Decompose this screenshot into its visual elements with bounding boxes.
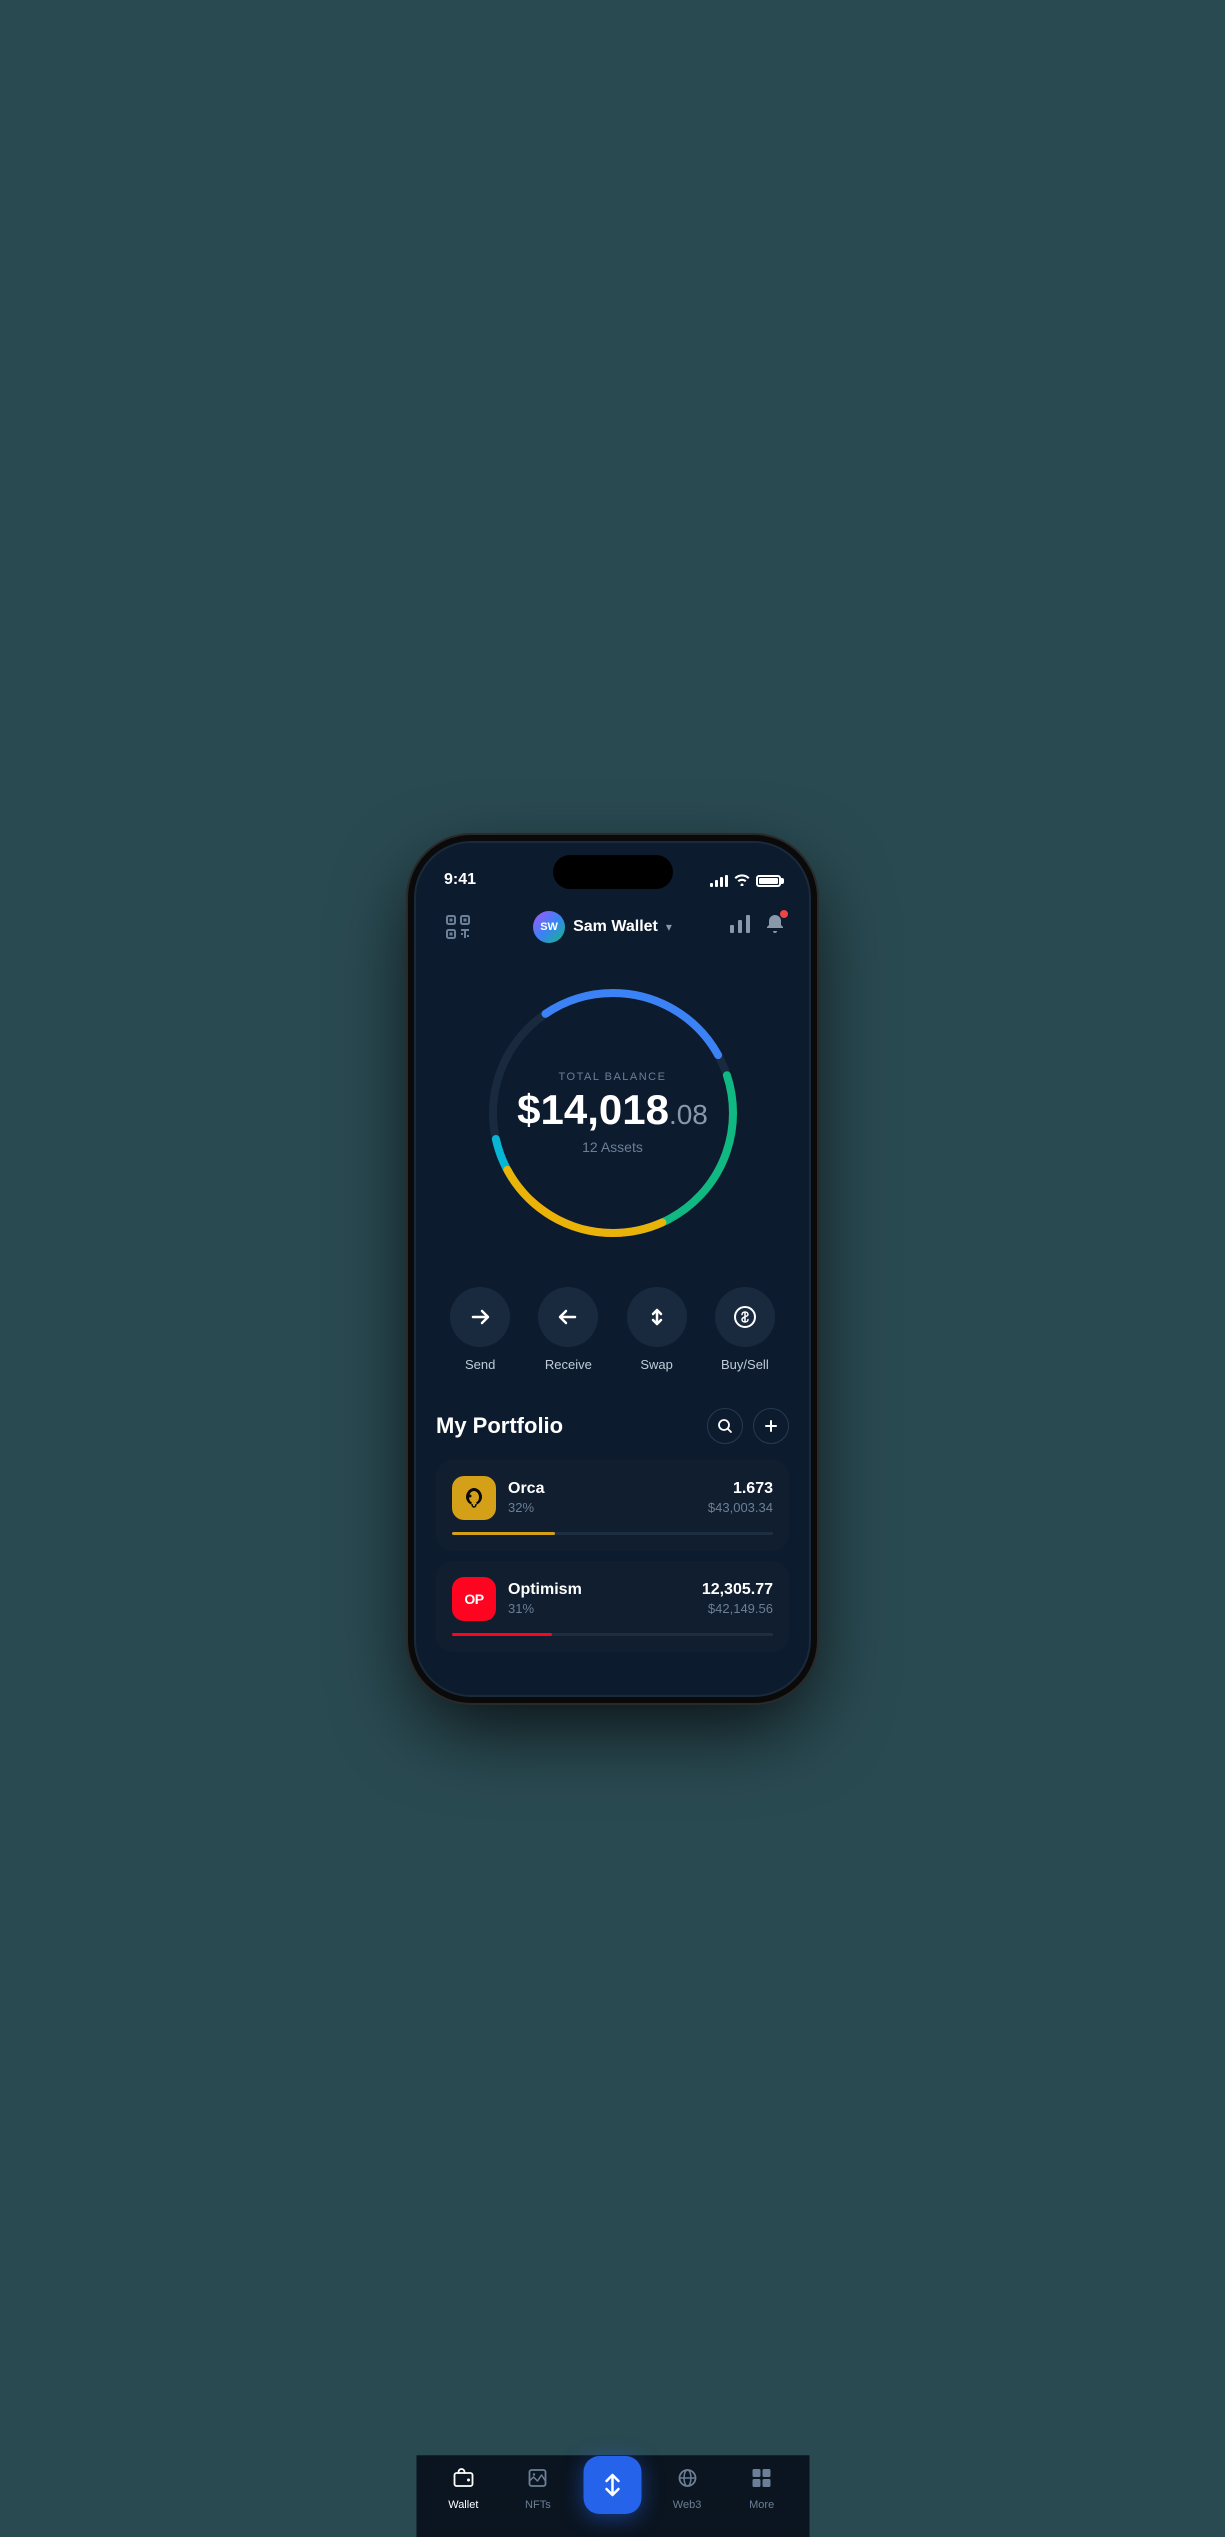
portfolio-search-button[interactable] (707, 1408, 743, 1444)
orca-info: Orca 32% (508, 1480, 696, 1515)
balance-info: TOTAL BALANCE $14,018.08 12 Assets (517, 1071, 708, 1155)
optimism-info: Optimism 31% (508, 1581, 690, 1616)
balance-amount: $14,018.08 (517, 1089, 708, 1131)
send-icon (450, 1287, 510, 1347)
optimism-pct: 31% (508, 1601, 690, 1616)
wifi-icon (734, 873, 750, 889)
asset-card-orca[interactable]: Orca 32% 1.673 $43,003.34 (436, 1460, 789, 1551)
receive-label: Receive (545, 1357, 592, 1372)
status-time: 9:41 (444, 871, 476, 889)
wallet-selector[interactable]: SW Sam Wallet ▾ (533, 911, 672, 943)
chart-icon[interactable] (729, 914, 751, 940)
phone-frame: 9:41 (416, 843, 809, 1695)
send-label: Send (465, 1357, 495, 1372)
buysell-label: Buy/Sell (721, 1357, 769, 1372)
orca-values: 1.673 $43,003.34 (708, 1480, 773, 1515)
orca-usd: $43,003.34 (708, 1500, 773, 1515)
optimism-values: 12,305.77 $42,149.56 (702, 1581, 773, 1616)
scan-icon[interactable] (440, 909, 476, 945)
actions-row: Send Receive Swap (416, 1263, 809, 1392)
swap-label: Swap (640, 1357, 673, 1372)
assets-count: 12 Assets (517, 1139, 708, 1155)
asset-row: OP Optimism 31% 12,305.77 $42,149.56 (452, 1577, 773, 1621)
status-icons (710, 873, 781, 889)
optimism-amount: 12,305.77 (702, 1581, 773, 1599)
total-balance-label: TOTAL BALANCE (517, 1071, 708, 1083)
optimism-progress-bar (452, 1633, 773, 1636)
asset-card-optimism[interactable]: OP Optimism 31% 12,305.77 $42,149.56 (436, 1561, 789, 1652)
buysell-action[interactable]: Buy/Sell (715, 1287, 775, 1372)
send-action[interactable]: Send (450, 1287, 510, 1372)
balance-section: TOTAL BALANCE $14,018.08 12 Assets (416, 953, 809, 1263)
dynamic-island (553, 855, 673, 889)
swap-action[interactable]: Swap (627, 1287, 687, 1372)
main-content: SW Sam Wallet ▾ (416, 897, 809, 1695)
portfolio-section: My Portfolio (416, 1392, 809, 1695)
optimism-usd: $42,149.56 (702, 1601, 773, 1616)
chevron-down-icon: ▾ (666, 920, 672, 934)
balance-circle: TOTAL BALANCE $14,018.08 12 Assets (473, 973, 753, 1253)
header-right (729, 913, 785, 941)
receive-icon (538, 1287, 598, 1347)
header: SW Sam Wallet ▾ (416, 897, 809, 953)
asset-row: Orca 32% 1.673 $43,003.34 (452, 1476, 773, 1520)
portfolio-add-button[interactable] (753, 1408, 789, 1444)
orca-icon (452, 1476, 496, 1520)
swap-icon (627, 1287, 687, 1347)
orca-pct: 32% (508, 1500, 696, 1515)
receive-action[interactable]: Receive (538, 1287, 598, 1372)
portfolio-header: My Portfolio (436, 1408, 789, 1444)
wallet-name: Sam Wallet (573, 918, 658, 936)
orca-name: Orca (508, 1480, 696, 1498)
balance-cents: .08 (669, 1099, 708, 1130)
optimism-progress-fill (452, 1633, 552, 1636)
orca-amount: 1.673 (708, 1480, 773, 1498)
battery-icon (756, 875, 781, 887)
signal-bars-icon (710, 875, 728, 887)
orca-progress-fill (452, 1532, 555, 1535)
buysell-icon (715, 1287, 775, 1347)
avatar: SW (533, 911, 565, 943)
notification-badge (779, 909, 789, 919)
optimism-icon: OP (452, 1577, 496, 1621)
portfolio-title: My Portfolio (436, 1413, 563, 1439)
portfolio-action-buttons (707, 1408, 789, 1444)
orca-progress-bar (452, 1532, 773, 1535)
optimism-name: Optimism (508, 1581, 690, 1599)
bell-icon[interactable] (765, 913, 785, 941)
